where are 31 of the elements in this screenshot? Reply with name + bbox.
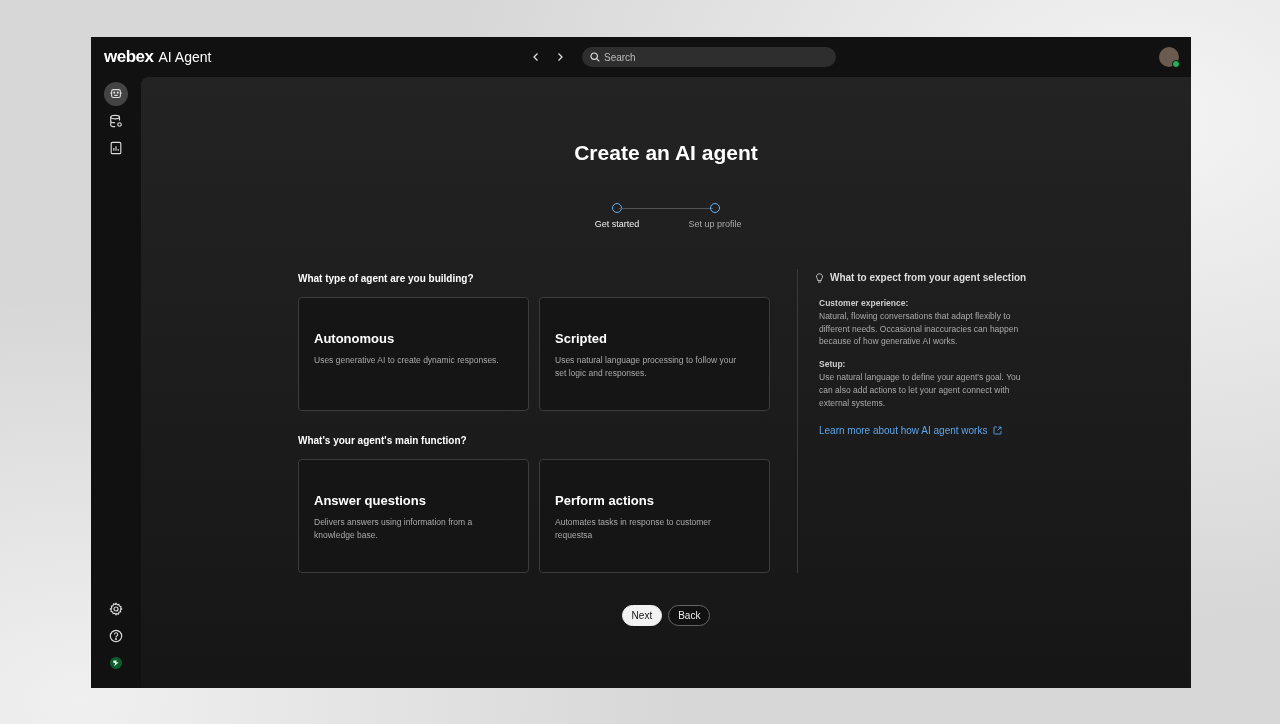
presence-dot <box>1172 60 1180 68</box>
option-card[interactable]: Perform actions Automates tasks in response to customer requestsa <box>539 459 770 573</box>
next-button[interactable]: Next <box>621 605 663 626</box>
brand-logo: webex <box>104 47 154 67</box>
sidebar-item[interactable] <box>104 82 128 106</box>
lightbulb-icon <box>815 272 824 283</box>
step-label[interactable]: Get started <box>594 219 640 229</box>
page-title: Create an AI agent <box>574 141 758 165</box>
info-heading: Customer experience: <box>819 298 910 310</box>
status-icon[interactable] <box>109 656 123 670</box>
avatar-icon[interactable] <box>1159 47 1179 67</box>
option-card[interactable]: Autonomous Uses generative AI to create dynamic responses. <box>298 297 529 411</box>
robot-icon <box>109 87 123 101</box>
step-label[interactable]: Set up profile <box>688 219 742 229</box>
info-text: Natural, flowing conversations that adapt flexibly to different needs. Occasional inaccuracies can happen because of how generative AI works. <box>819 309 1020 349</box>
help-icon[interactable] <box>109 629 123 643</box>
info-title: What to expect from your agent selection <box>830 272 1027 283</box>
search-field[interactable]: Search <box>582 47 836 67</box>
learn-more-link[interactable]: Learn more about how AI agent works <box>819 425 1003 437</box>
external-link-icon <box>993 426 1003 436</box>
report-icon <box>109 141 123 155</box>
database-icon <box>109 114 123 128</box>
option-card[interactable]: Scripted Uses natural language processing to follow your set logic and responses. <box>539 297 770 411</box>
settings-icon[interactable] <box>109 602 123 616</box>
info-text: Use natural language to define your agent's goal. You can also add actions to let your agent connect with external systems. <box>819 371 1022 410</box>
question-heading: What type of agent are you building? <box>298 273 475 284</box>
product-name: AI Agent <box>158 49 212 65</box>
info-heading: Setup: <box>819 359 847 372</box>
question-heading: What's your agent's main function? <box>298 435 468 446</box>
back-button[interactable]: Back <box>668 605 711 626</box>
option-card[interactable]: Answer questions Delivers answers using information from a knowledge base. <box>298 459 529 573</box>
